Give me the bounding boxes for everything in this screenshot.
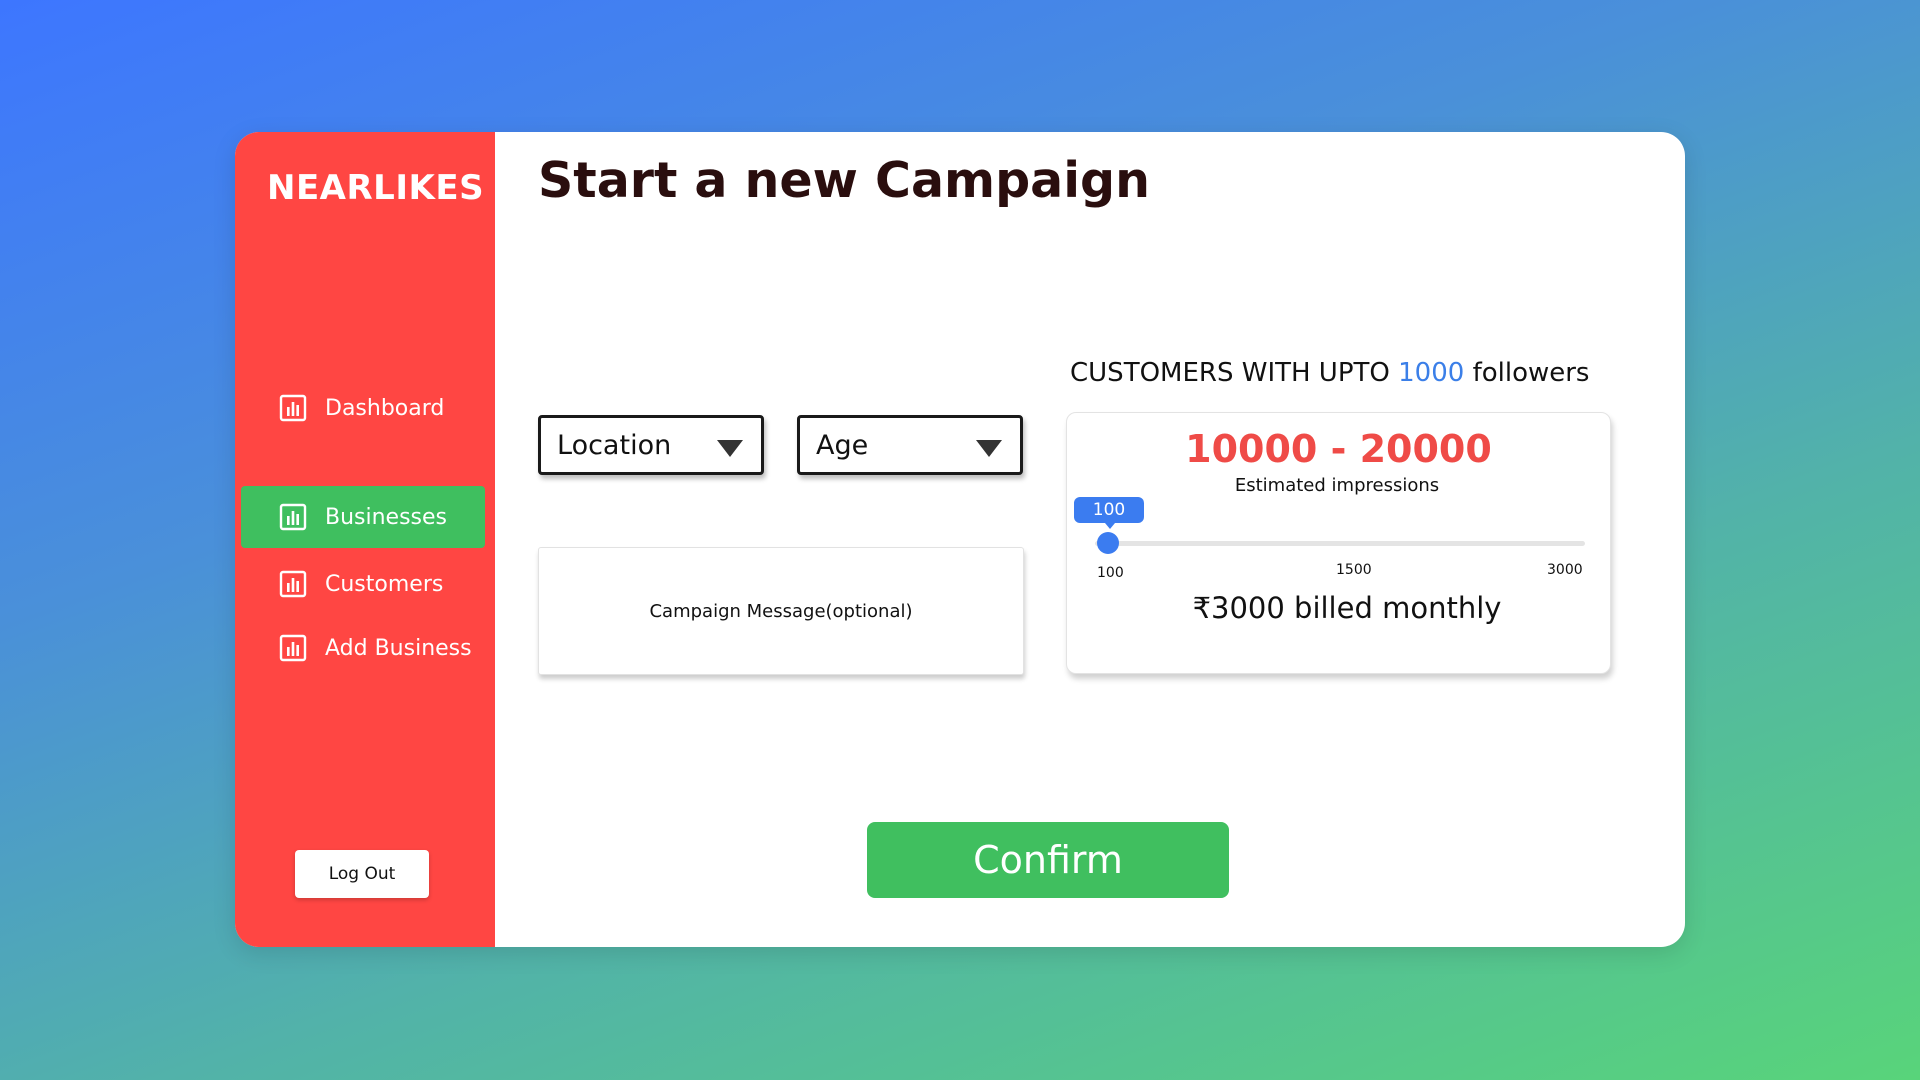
followers-slider-track[interactable] — [1095, 541, 1585, 546]
impressions-card: 10000 - 20000 Estimated impressions 100 … — [1066, 412, 1611, 674]
sidebar-item-businesses[interactable]: Businesses — [241, 486, 485, 548]
logout-button[interactable]: Log Out — [295, 850, 429, 898]
location-select-value: Location — [557, 429, 672, 461]
sidebar-item-label: Add Business — [325, 635, 472, 661]
impressions-label: Estimated impressions — [1234, 475, 1440, 496]
campaign-message-field[interactable]: Campaign Message(optional) — [538, 547, 1024, 675]
customers-heading-prefix: CUSTOMERS WITH UPTO — [1070, 358, 1390, 388]
sidebar-item-label: Customers — [325, 571, 444, 597]
billing-text: ₹3000 billed monthly — [1192, 591, 1502, 625]
bar-chart-icon — [279, 634, 307, 662]
page-title: Start a new Campaign — [538, 152, 1150, 209]
age-select-value: Age — [816, 429, 869, 461]
slider-tick-label: 1500 — [1336, 562, 1372, 578]
location-select[interactable]: Location — [538, 415, 764, 475]
customers-heading: CUSTOMERS WITH UPTO 1000 followers — [1070, 358, 1589, 388]
caret-down-icon — [976, 440, 1002, 457]
caret-down-icon — [717, 440, 743, 457]
sidebar-item-add-business[interactable]: Add Business — [241, 617, 485, 679]
customers-heading-count: 1000 — [1398, 358, 1465, 388]
impressions-range: 10000 - 20000 — [1185, 427, 1492, 471]
slider-tick-label: 3000 — [1547, 562, 1583, 578]
sidebar-item-dashboard[interactable]: Dashboard — [241, 377, 485, 439]
bar-chart-icon — [279, 394, 307, 422]
bar-chart-icon — [279, 503, 307, 531]
age-select[interactable]: Age — [797, 415, 1023, 475]
sidebar-item-customers[interactable]: Customers — [241, 553, 485, 615]
sidebar: NEARLIKES Dashboard Businesses Customers… — [235, 132, 495, 947]
slider-tick-label: 100 — [1097, 565, 1124, 581]
slider-value-bubble: 100 — [1074, 497, 1144, 529]
brand-logo: NEARLIKES — [267, 168, 485, 208]
campaign-message-placeholder: Campaign Message(optional) — [649, 600, 913, 622]
followers-slider-thumb[interactable] — [1097, 532, 1119, 554]
app-window: NEARLIKES Dashboard Businesses Customers… — [235, 132, 1685, 947]
bar-chart-icon — [279, 570, 307, 598]
sidebar-item-label: Businesses — [325, 504, 448, 530]
customers-heading-suffix: followers — [1472, 358, 1590, 388]
confirm-button[interactable]: Confirm — [867, 822, 1229, 898]
sidebar-item-label: Dashboard — [325, 395, 445, 421]
